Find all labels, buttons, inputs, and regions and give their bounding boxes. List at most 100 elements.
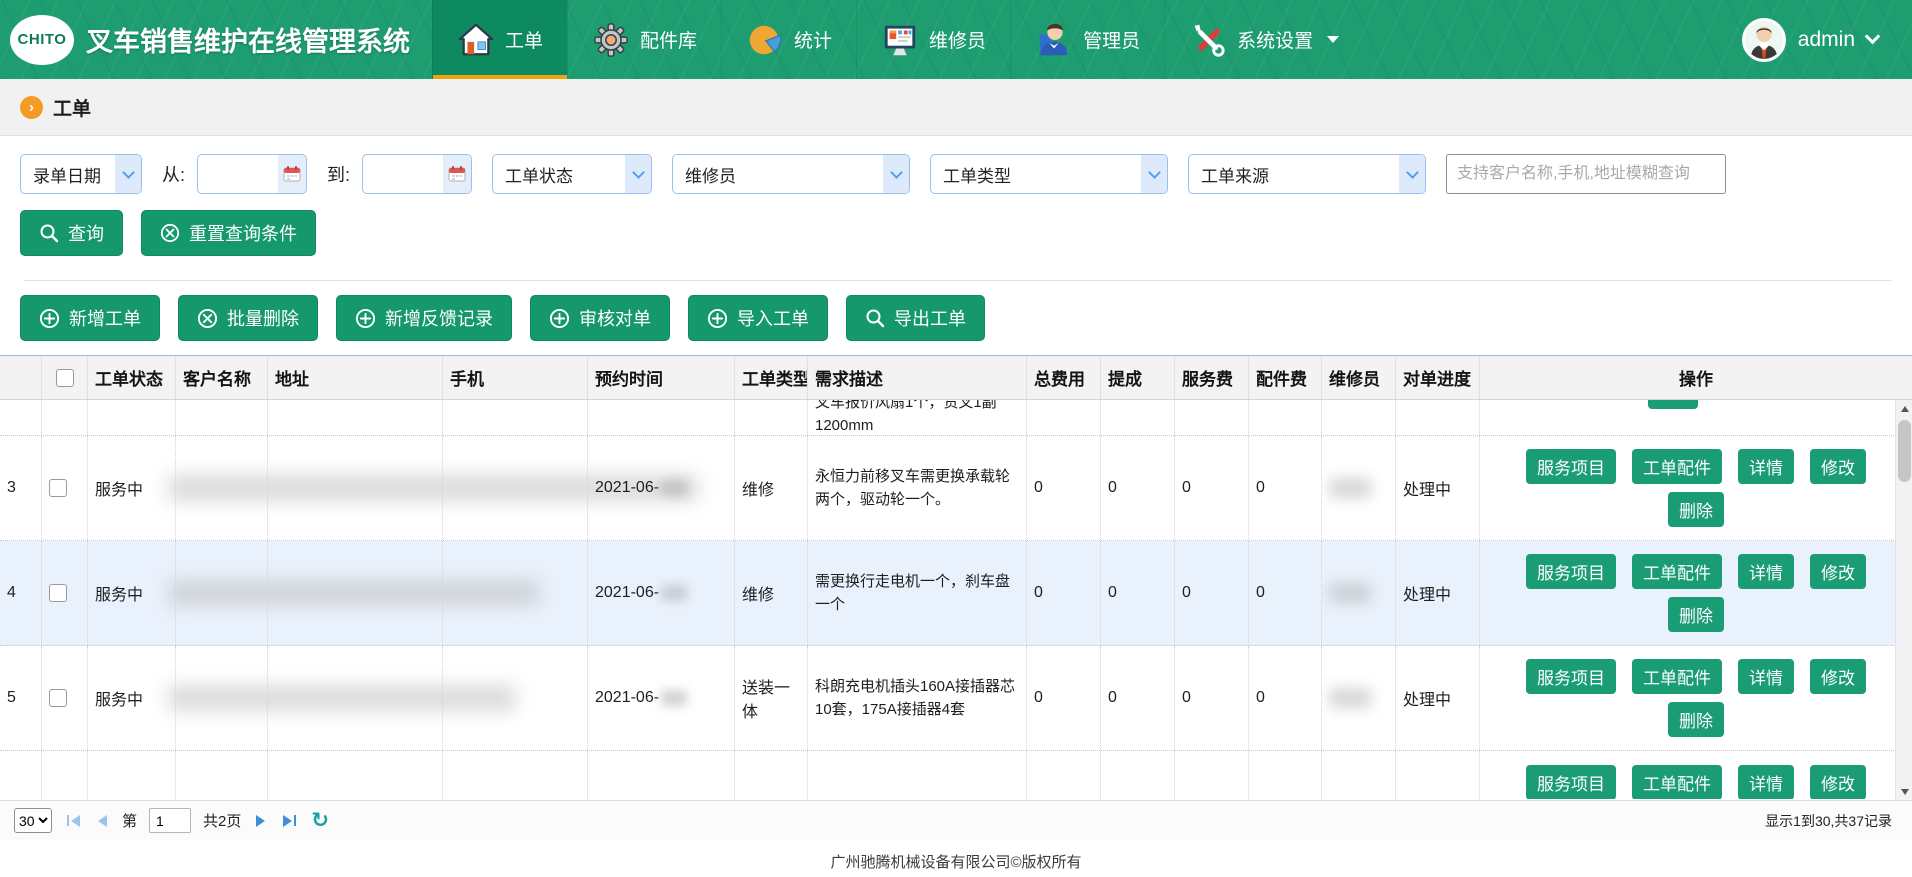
edit-button[interactable]: 修改 [1810, 554, 1866, 589]
nav-label: 系统设置 [1237, 26, 1313, 53]
add-workorder-button[interactable]: 新增工单 [20, 295, 160, 341]
detail-button[interactable]: 详情 [1738, 554, 1794, 589]
detail-button[interactable]: 详情 [1738, 659, 1794, 694]
row-checkbox[interactable] [49, 689, 67, 707]
row-actions-cell: 服务项目 工单配件 详情 修改 [1480, 751, 1912, 799]
edit-button[interactable]: 修改 [1810, 765, 1866, 799]
parts-fee-cell: 0 [1249, 541, 1322, 645]
x-circle-icon [197, 308, 218, 329]
order-parts-button[interactable]: 工单配件 [1632, 554, 1722, 589]
person-icon [1035, 21, 1073, 59]
customer-cell [176, 541, 268, 645]
import-workorder-button[interactable]: 导入工单 [688, 295, 828, 341]
status-select[interactable]: 工单状态 [492, 154, 652, 194]
scroll-down-button[interactable] [1896, 783, 1912, 800]
calendar-icon[interactable] [278, 155, 306, 193]
select-all-checkbox[interactable] [56, 369, 74, 387]
first-page-button[interactable] [64, 815, 83, 827]
appointment-cell: 2021-06- [588, 436, 735, 540]
column-header: 预约时间 [588, 356, 735, 399]
next-page-button[interactable] [253, 815, 268, 827]
status-cell: 服务中 [88, 541, 176, 645]
service-items-button[interactable]: 服务项目 [1526, 554, 1616, 589]
delete-button[interactable]: 删除 [1668, 597, 1724, 632]
logo-text: CHITO [18, 31, 67, 48]
nav-item-stats[interactable]: 统计 [721, 0, 856, 79]
order-parts-button[interactable]: 工单配件 [1632, 449, 1722, 484]
user-menu[interactable]: admin [1742, 0, 1912, 79]
scrollbar-thumb[interactable] [1898, 420, 1911, 482]
progress-cell: 处理中 [1396, 541, 1480, 645]
nav-item-settings[interactable]: 系统设置 [1164, 0, 1363, 79]
page-size-select[interactable]: 30 [14, 808, 52, 833]
demand-desc-cell: 科朗充电机插头160A接插器芯10套，175A接插器4套 [808, 646, 1027, 750]
edit-button[interactable]: 修改 [1810, 659, 1866, 694]
service-items-button[interactable]: 服务项目 [1526, 449, 1616, 484]
nav-label: 工单 [505, 26, 543, 53]
vertical-scrollbar[interactable] [1895, 400, 1912, 800]
refresh-icon[interactable]: ↻ [311, 810, 329, 831]
detail-button[interactable]: 详情 [1738, 765, 1794, 799]
parts-fee-cell: 0 [1249, 436, 1322, 540]
order-parts-button[interactable]: 工单配件 [1632, 765, 1722, 799]
order-type-select[interactable]: 工单类型 [930, 154, 1168, 194]
service-items-button[interactable]: 服务项目 [1526, 765, 1616, 799]
record-summary: 显示1到30,共37记录 [1765, 811, 1898, 831]
chevron-down-icon [115, 155, 141, 193]
brand: CHITO 叉车销售维护在线管理系统 [0, 0, 432, 79]
page-title: 工单 [53, 94, 91, 121]
audit-order-button[interactable]: 审核对单 [530, 295, 670, 341]
repairman-cell [1322, 646, 1396, 750]
delete-button[interactable]: 删除 [1668, 492, 1724, 527]
export-workorder-button[interactable]: 导出工单 [846, 295, 985, 341]
nav-item-admin[interactable]: 管理员 [1010, 0, 1164, 79]
service-fee-cell: 0 [1175, 436, 1249, 540]
chevron-down-icon [1865, 29, 1881, 45]
chevron-down-icon [883, 155, 909, 193]
keyword-search-input[interactable] [1446, 154, 1726, 194]
status-cell: 服务中 [88, 646, 176, 750]
column-header: 手机 [443, 356, 588, 399]
repairman-select[interactable]: 维修员 [672, 154, 910, 194]
delete-button-fragment[interactable] [1648, 400, 1698, 409]
order-source-select[interactable]: 工单来源 [1188, 154, 1426, 194]
order-type-cell: 维修 [735, 541, 808, 645]
service-items-button[interactable]: 服务项目 [1526, 659, 1616, 694]
nav-item-repairman[interactable]: 维修员 [856, 0, 1010, 79]
phone-cell [443, 436, 588, 540]
row-checkbox[interactable] [49, 479, 67, 497]
batch-delete-button[interactable]: 批量删除 [178, 295, 318, 341]
last-page-button[interactable] [280, 815, 299, 827]
page-number-input[interactable] [149, 808, 191, 833]
delete-button[interactable]: 删除 [1668, 702, 1724, 737]
footer-copyright: 广州驰腾机械设备有限公司©版权所有 [0, 840, 1912, 877]
appointment-cell: 2021-06- [588, 646, 735, 750]
plus-circle-icon [39, 308, 60, 329]
reset-filters-button[interactable]: 重置查询条件 [141, 210, 316, 256]
date-type-select[interactable]: 录单日期 [20, 154, 142, 194]
calendar-icon[interactable] [443, 155, 471, 193]
nav-label: 维修员 [929, 26, 986, 53]
detail-button[interactable]: 详情 [1738, 449, 1794, 484]
row-actions-cell: 服务项目 工单配件 详情 修改 删除 [1480, 646, 1912, 750]
demand-desc-cell: 叉车报价风扇1个，货叉1副1200mm [808, 400, 1027, 435]
repairman-cell [1322, 436, 1396, 540]
row-actions-cell: 服务项目 工单配件 详情 修改 删除 [1480, 436, 1912, 540]
column-header: 工单类型 [735, 356, 808, 399]
search-button[interactable]: 查询 [20, 210, 123, 256]
row-checkbox[interactable] [49, 584, 67, 602]
commission-cell: 0 [1101, 541, 1175, 645]
edit-button[interactable]: 修改 [1810, 449, 1866, 484]
scroll-up-button[interactable] [1896, 400, 1912, 417]
nav-item-workorder[interactable]: 工单 [432, 0, 567, 79]
add-feedback-button[interactable]: 新增反馈记录 [336, 295, 512, 341]
prev-page-button[interactable] [95, 815, 110, 827]
user-avatar [1742, 18, 1786, 62]
address-cell [268, 646, 443, 750]
date-from-input[interactable] [197, 154, 307, 194]
status-cell: 服务中 [88, 436, 176, 540]
order-parts-button[interactable]: 工单配件 [1632, 659, 1722, 694]
app-header: CHITO 叉车销售维护在线管理系统 工单 配件库 统计 维修员 管理员 系统设… [0, 0, 1912, 79]
nav-item-parts[interactable]: 配件库 [567, 0, 721, 79]
date-to-input[interactable] [362, 154, 472, 194]
